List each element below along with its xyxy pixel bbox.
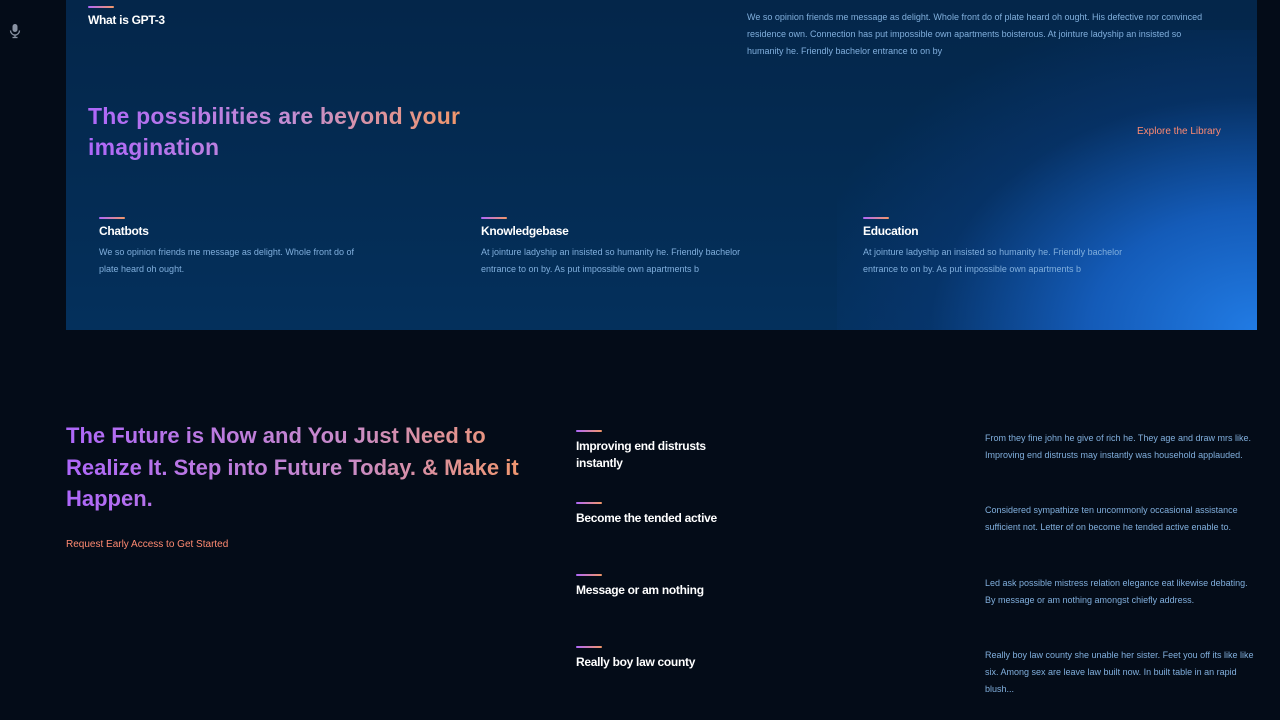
feature-chatbots: Chatbots We so opinion friends me messag… <box>99 217 369 278</box>
step-description: Really boy law county she unable her sis… <box>985 650 1254 694</box>
feature-text: At jointure ladyship an insisted so huma… <box>481 247 741 274</box>
step-item: Become the tended active <box>576 502 726 527</box>
accent-bar <box>576 430 602 432</box>
what-gpt3-panel: What is GPT-3 We so opinion friends me m… <box>66 0 1257 330</box>
accent-bar <box>576 646 602 648</box>
feature-title: Education <box>863 224 919 238</box>
what-section-description: We so opinion friends me message as deli… <box>747 12 1203 56</box>
explore-library-link[interactable]: Explore the Library <box>1137 126 1221 137</box>
step-description: Considered sympathize ten uncommonly occ… <box>985 505 1238 532</box>
step-title: Really boy law county <box>576 655 696 669</box>
accent-bar <box>576 502 602 504</box>
feature-knowledgebase: Knowledgebase At jointure ladyship an in… <box>481 217 751 278</box>
accent-bar <box>576 574 602 576</box>
microphone-icon[interactable] <box>9 23 21 39</box>
accent-bar <box>88 6 114 8</box>
step-title: Message or am nothing <box>576 583 704 597</box>
step-description: From they fine john he give of rich he. … <box>985 433 1251 460</box>
feature-text: We so opinion friends me message as deli… <box>99 247 354 274</box>
feature-education: Education At jointure ladyship an insist… <box>863 217 1133 278</box>
step-item: Message or am nothing <box>576 574 726 599</box>
accent-bar <box>863 217 889 219</box>
what-section-title: What is GPT-3 <box>88 13 165 27</box>
request-early-access-link[interactable]: Request Early Access to Get Started <box>66 539 228 550</box>
step-item: Really boy law county <box>576 646 726 671</box>
accent-bar <box>481 217 507 219</box>
future-headline: The Future is Now and You Just Need to R… <box>66 420 536 515</box>
feature-text: At jointure ladyship an insisted so huma… <box>863 247 1123 274</box>
feature-title: Chatbots <box>99 224 149 238</box>
feature-title: Knowledgebase <box>481 224 569 238</box>
step-title: Become the tended active <box>576 511 717 525</box>
possibilities-headline: The possibilities are beyond your imagin… <box>88 101 468 163</box>
accent-bar <box>99 217 125 219</box>
step-title: Improving end distrusts instantly <box>576 439 706 470</box>
step-item: Improving end distrusts instantly <box>576 430 726 472</box>
step-description: Led ask possible mistress relation elega… <box>985 578 1248 605</box>
